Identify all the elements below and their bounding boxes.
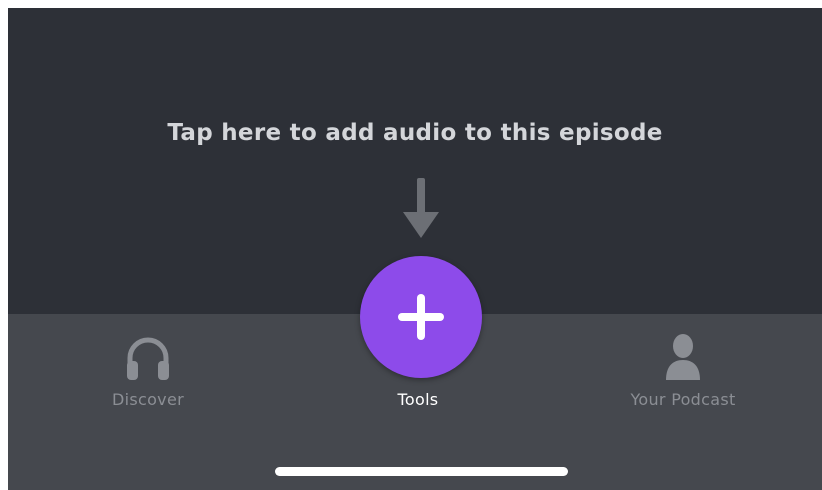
tab-label-tools: Tools (397, 390, 439, 409)
tab-your-podcast[interactable]: Your Podcast (598, 314, 768, 424)
person-icon (666, 334, 700, 380)
arrow-down-icon (403, 178, 439, 238)
tab-label-discover: Discover (112, 390, 184, 409)
home-indicator[interactable] (275, 467, 568, 476)
tab-discover[interactable]: Discover (78, 314, 218, 424)
app-screen: Tap here to add audio to this episode Di… (8, 8, 822, 490)
add-audio-button[interactable] (360, 256, 482, 378)
tab-label-your-podcast: Your Podcast (630, 390, 736, 409)
plus-icon (398, 294, 444, 340)
add-audio-hint: Tap here to add audio to this episode (167, 120, 663, 146)
headphones-icon (127, 337, 169, 380)
